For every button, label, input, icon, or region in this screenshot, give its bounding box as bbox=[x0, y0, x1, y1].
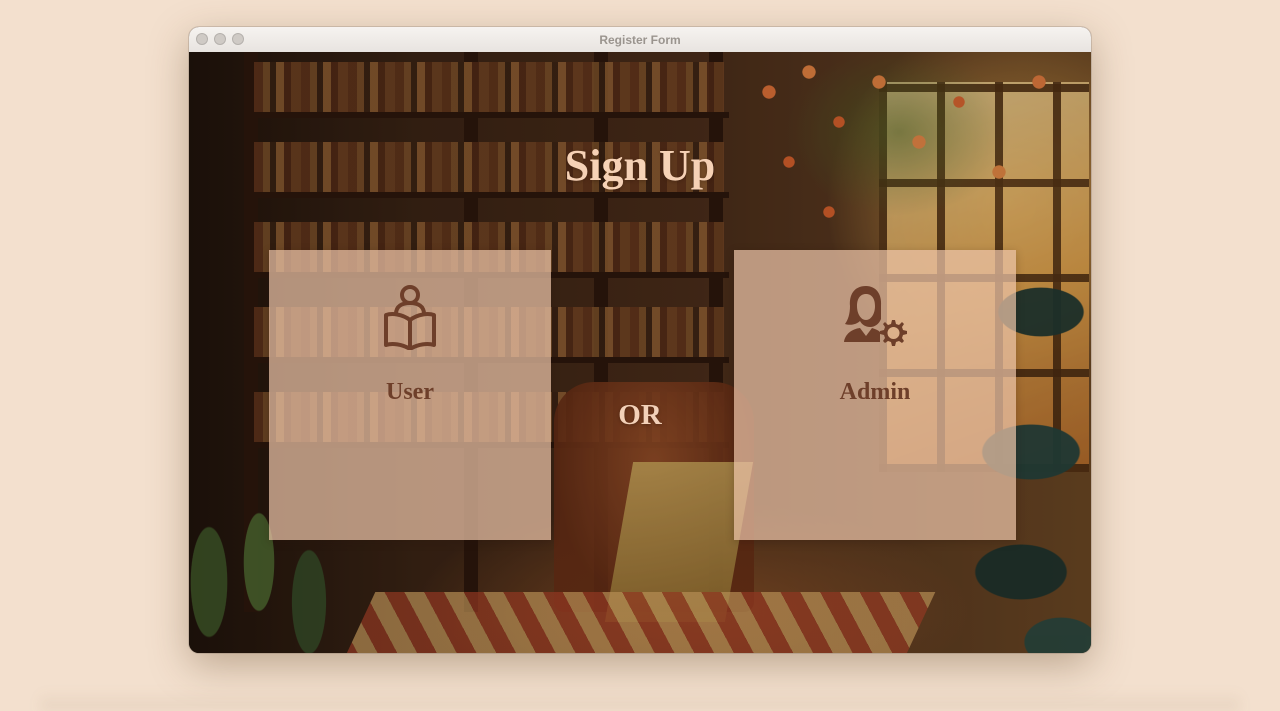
user-reading-book-icon bbox=[269, 284, 551, 350]
title-bar[interactable]: Register Form bbox=[189, 27, 1091, 53]
zoom-window-button[interactable] bbox=[232, 33, 244, 45]
window-content: Sign Up User OR Admin bbox=[189, 52, 1091, 653]
minimize-window-button[interactable] bbox=[214, 33, 226, 45]
close-window-button[interactable] bbox=[196, 33, 208, 45]
desktop-shadow bbox=[40, 691, 1240, 711]
desktop: Register Form Sign Up User OR Admin bbox=[0, 0, 1280, 711]
admin-option-label: Admin bbox=[839, 379, 911, 405]
page-title: Sign Up bbox=[564, 141, 716, 190]
admin-signup-card[interactable]: Admin bbox=[734, 250, 1016, 540]
admin-gear-icon bbox=[734, 284, 1016, 350]
user-signup-card[interactable]: User bbox=[269, 250, 551, 540]
app-window: Register Form Sign Up User OR Admin bbox=[189, 27, 1091, 653]
window-title: Register Form bbox=[599, 32, 681, 47]
window-controls bbox=[196, 33, 244, 45]
